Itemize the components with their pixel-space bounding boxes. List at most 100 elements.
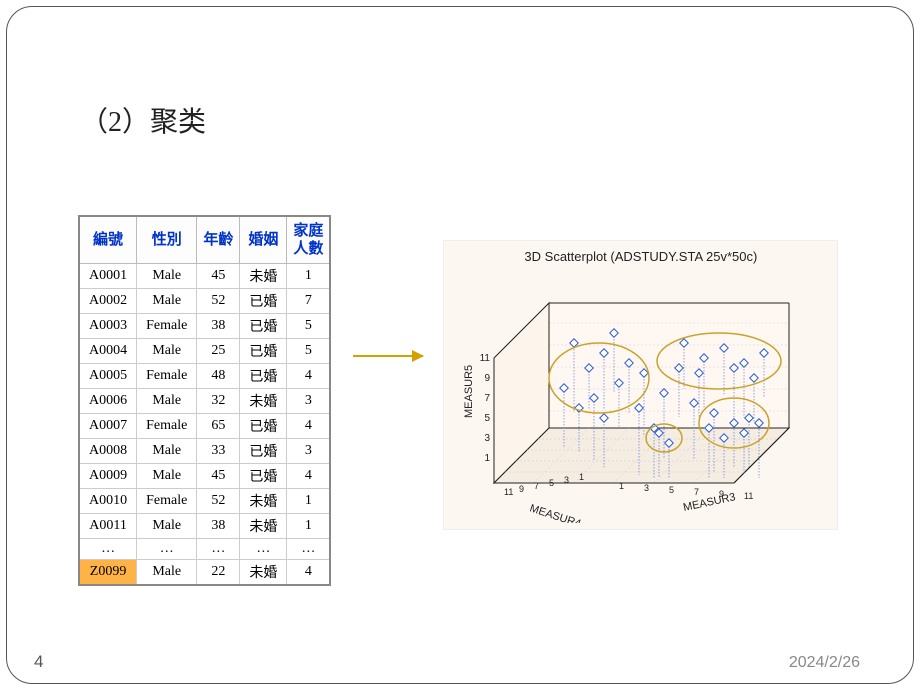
table-cell: 已婚 [240, 439, 287, 464]
svg-text:7: 7 [534, 481, 539, 491]
arrow-icon [353, 355, 423, 357]
table-cell: 45 [197, 264, 240, 289]
svg-text:3: 3 [564, 475, 569, 485]
table-cell: A0003 [79, 314, 137, 339]
table-cell: A0007 [79, 414, 137, 439]
table-cell: 1 [287, 264, 331, 289]
table-row: A0005Female48已婚4 [79, 364, 330, 389]
table-cell: 33 [197, 439, 240, 464]
table-header: 家庭人數 [287, 216, 331, 264]
table-cell: 32 [197, 389, 240, 414]
table-cell: A0010 [79, 489, 137, 514]
table-cell: 已婚 [240, 414, 287, 439]
z-tick: 1 [485, 453, 491, 464]
table-cell: Male [137, 439, 197, 464]
table-row: A0003Female38已婚5 [79, 314, 330, 339]
table-cell: 7 [287, 289, 331, 314]
table-cell: 5 [287, 339, 331, 364]
table-cell: 1 [287, 514, 331, 539]
table-cell: 3 [287, 389, 331, 414]
content-row: 編號性別年齡婚姻家庭人數 A0001Male45未婚1A0002Male52已婚… [78, 215, 880, 586]
svg-text:5: 5 [669, 485, 674, 495]
table-cell: … [79, 539, 137, 560]
table-cell: 5 [287, 314, 331, 339]
table-row: A0001Male45未婚1 [79, 264, 330, 289]
table-cell: 48 [197, 364, 240, 389]
table-cell: A0005 [79, 364, 137, 389]
table-cell: Male [137, 389, 197, 414]
table-cell: Male [137, 514, 197, 539]
table-cell: 38 [197, 314, 240, 339]
table-cell: 4 [287, 414, 331, 439]
z-tick: 3 [485, 433, 491, 444]
z-tick: 7 [485, 393, 491, 404]
svg-text:1: 1 [619, 481, 624, 491]
table-cell: A0001 [79, 264, 137, 289]
table-cell: … [240, 539, 287, 560]
table-row: …………… [79, 539, 330, 560]
table-cell: 未婚 [240, 264, 287, 289]
table-cell: 未婚 [240, 489, 287, 514]
table-cell: 4 [287, 364, 331, 389]
table-cell: 已婚 [240, 339, 287, 364]
svg-text:1: 1 [579, 472, 584, 482]
table-row: A0007Female65已婚4 [79, 414, 330, 439]
x-axis-label: MEASUR3 [683, 491, 738, 514]
table-cell: 38 [197, 514, 240, 539]
table-cell: Female [137, 364, 197, 389]
table-cell: … [137, 539, 197, 560]
table-cell: Male [137, 339, 197, 364]
svg-text:9: 9 [719, 489, 724, 499]
table-cell: 未婚 [240, 389, 287, 414]
table-cell: A0009 [79, 464, 137, 489]
table-cell: Male [137, 560, 197, 586]
svg-text:3: 3 [644, 483, 649, 493]
chart-title: 3D Scatterplot (ADSTUDY.STA 25v*50c) [444, 249, 837, 264]
table-cell: 65 [197, 414, 240, 439]
svg-text:5: 5 [549, 478, 554, 488]
table-cell: 4 [287, 560, 331, 586]
scatter-chart: 3D Scatterplot (ADSTUDY.STA 25v*50c) [443, 240, 838, 530]
table-row: Z0099Male22未婚4 [79, 560, 330, 586]
table-cell: 已婚 [240, 464, 287, 489]
svg-text:9: 9 [519, 484, 524, 494]
table-cell: 52 [197, 489, 240, 514]
table-cell: A0011 [79, 514, 137, 539]
table-header: 性別 [137, 216, 197, 264]
y-axis-label: MEASUR4 [528, 502, 582, 523]
table-cell: 未婚 [240, 560, 287, 586]
table-cell: 25 [197, 339, 240, 364]
table-cell: 未婚 [240, 514, 287, 539]
z-tick: 5 [485, 413, 491, 424]
table-row: A0004Male25已婚5 [79, 339, 330, 364]
page-number: 4 [34, 652, 43, 672]
svg-text:11: 11 [504, 487, 513, 497]
table-cell: 45 [197, 464, 240, 489]
table-row: A0006Male32未婚3 [79, 389, 330, 414]
table-cell: Female [137, 314, 197, 339]
slide-date: 2024/2/26 [789, 654, 860, 672]
slide-title: （2）聚类 [80, 100, 206, 140]
table-row: A0002Male52已婚7 [79, 289, 330, 314]
table-cell: … [197, 539, 240, 560]
table-cell: 已婚 [240, 314, 287, 339]
table-cell: 1 [287, 489, 331, 514]
table-cell: Female [137, 489, 197, 514]
table-cell: A0008 [79, 439, 137, 464]
z-tick: 9 [485, 373, 491, 384]
table-cell: A0002 [79, 289, 137, 314]
table-cell: Male [137, 264, 197, 289]
table-row: A0009Male45已婚4 [79, 464, 330, 489]
table-cell: Male [137, 289, 197, 314]
table-cell: A0004 [79, 339, 137, 364]
table-cell: Male [137, 464, 197, 489]
chart-svg: 11 9 7 5 3 1 MEASUR5 MEASUR4 MEASUR3 [454, 273, 829, 523]
table-cell: 4 [287, 464, 331, 489]
table-row: A0010Female52未婚1 [79, 489, 330, 514]
table-header: 編號 [79, 216, 137, 264]
table-header: 婚姻 [240, 216, 287, 264]
data-table: 編號性別年齡婚姻家庭人數 A0001Male45未婚1A0002Male52已婚… [78, 215, 331, 586]
table-cell: 已婚 [240, 364, 287, 389]
table-cell: A0006 [79, 389, 137, 414]
z-axis-label: MEASUR5 [463, 365, 475, 418]
